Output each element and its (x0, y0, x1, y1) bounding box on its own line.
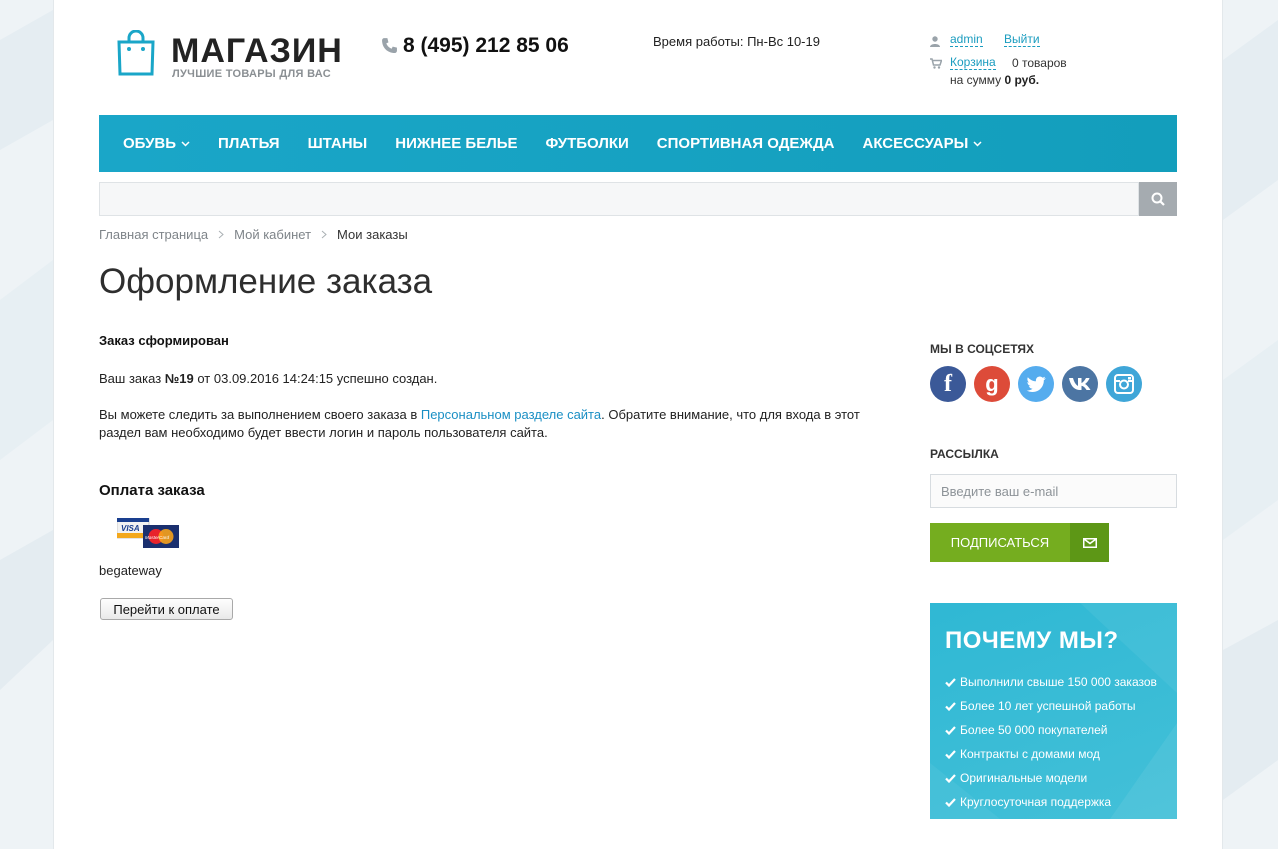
nav-item-shoes[interactable]: ОБУВЬ (123, 135, 190, 152)
order-tracking-text: Вы можете следить за выполнением своего … (99, 406, 889, 442)
chevron-right-icon (218, 230, 224, 239)
cart-link[interactable]: Корзина (950, 55, 996, 70)
why-item-text: Оригинальные модели (960, 771, 1088, 785)
visa-label: VISA (121, 524, 140, 533)
nav-item-accessories[interactable]: АКСЕССУАРЫ (863, 135, 983, 152)
cart-sum: на сумму 0 руб. (950, 73, 1039, 87)
breadcrumb-current: Мои заказы (337, 227, 408, 242)
search-button[interactable] (1139, 182, 1177, 216)
shopping-bag-logo-icon[interactable] (116, 30, 156, 76)
nav-item-label: ШТАНЫ (307, 135, 368, 152)
list-item: Контракты с домами мод (945, 742, 1157, 766)
list-item: Более 10 лет успешной работы (945, 694, 1157, 718)
twitter-bird-glyph (1026, 376, 1046, 392)
check-icon (945, 749, 956, 759)
nav-item-label: ПЛАТЬЯ (218, 135, 280, 152)
check-icon (945, 725, 956, 735)
list-item: Оригинальные модели (945, 766, 1157, 790)
personal-section-link[interactable]: Персональном разделе сайта (421, 407, 601, 422)
check-icon (945, 677, 956, 687)
nav-item-label: НИЖНЕЕ БЕЛЬЕ (395, 135, 518, 152)
search-icon (1151, 192, 1165, 206)
search-input[interactable] (99, 182, 1139, 216)
why-us-title: ПОЧЕМУ МЫ? (945, 627, 1119, 654)
payment-system-name: begateway (99, 563, 162, 578)
why-item-text: Более 10 лет успешной работы (960, 699, 1136, 713)
tracking-prefix: Вы можете следить за выполнением своего … (99, 407, 418, 422)
order-status-title: Заказ сформирован (99, 333, 229, 348)
twitter-icon[interactable] (1018, 366, 1054, 402)
check-icon (945, 773, 956, 783)
nav-item-label: АКСЕССУАРЫ (862, 135, 969, 152)
subscribe-label: ПОДПИСАТЬСЯ (950, 535, 1050, 550)
phone-number: 8 (495) 212 85 06 (403, 34, 569, 57)
instagram-glyph (1114, 374, 1134, 394)
nav-item-pants[interactable]: ШТАНЫ (308, 135, 368, 152)
check-icon (945, 797, 956, 807)
order-confirmation-line: Ваш заказ №19 от 03.09.2016 14:24:15 усп… (99, 370, 437, 388)
why-us-block: ПОЧЕМУ МЫ? Выполнили свыше 150 000 заказ… (930, 603, 1177, 819)
nav-item-underwear[interactable]: НИЖНЕЕ БЕЛЬЕ (395, 135, 517, 152)
facebook-icon[interactable]: f (930, 366, 966, 402)
list-item: Более 50 000 покупателей (945, 718, 1157, 742)
breadcrumb: Главная страница Мой кабинет Мои заказы (99, 227, 408, 242)
email-field[interactable] (930, 474, 1177, 508)
cart-sum-label: на сумму (950, 73, 1002, 87)
envelope-icon (1070, 523, 1109, 562)
breadcrumb-cabinet[interactable]: Мой кабинет (234, 227, 311, 242)
payment-title: Оплата заказа (99, 482, 205, 499)
order-line-prefix: Ваш заказ (99, 371, 162, 386)
cart-sum-value: 0 руб. (1004, 73, 1040, 87)
logout-link[interactable]: Выйти (1004, 32, 1040, 47)
why-item-text: Выполнили свыше 150 000 заказов (960, 675, 1157, 689)
nav-item-tshirts[interactable]: ФУТБОЛКИ (546, 135, 629, 152)
social-title: МЫ В СОЦСЕТЯХ (930, 342, 1035, 356)
why-item-text: Контракты с домами мод (960, 747, 1100, 761)
chevron-right-icon (321, 230, 327, 239)
cart-item-count: 0 товаров (1012, 56, 1067, 70)
google-plus-icon[interactable]: g (974, 366, 1010, 402)
page-title: Оформление заказа (99, 262, 433, 301)
go-to-payment-button[interactable]: Перейти к оплате (100, 598, 233, 620)
list-item: Выполнили свыше 150 000 заказов (945, 670, 1157, 694)
newsletter-title: РАССЫЛКА (930, 447, 999, 461)
why-item-text: Круглосуточная поддержка (960, 795, 1112, 809)
list-item: Круглосуточная поддержка (945, 790, 1157, 814)
page-container: МАГАЗИН ЛУЧШИЕ ТОВАРЫ ДЛЯ ВАС 8 (495) 21… (53, 0, 1223, 849)
vk-icon[interactable] (1062, 366, 1098, 402)
nav-item-label: СПОРТИВНАЯ ОДЕЖДА (656, 135, 835, 152)
chevron-down-icon (973, 140, 982, 147)
instagram-icon[interactable] (1106, 366, 1142, 402)
chevron-down-icon (181, 140, 190, 147)
subscribe-button[interactable]: ПОДПИСАТЬСЯ (930, 523, 1109, 562)
mastercard-label: MasterCard (145, 535, 169, 540)
payment-cards-logo: VISA MasterCard (117, 518, 179, 548)
nav-item-dresses[interactable]: ПЛАТЬЯ (218, 135, 280, 152)
social-links: f g (930, 366, 1150, 402)
main-nav: ОБУВЬ ПЛАТЬЯ ШТАНЫ НИЖНЕЕ БЕЛЬЕ ФУТБОЛКИ… (99, 115, 1177, 172)
logo-title[interactable]: МАГАЗИН (171, 31, 343, 71)
nav-item-label: ОБУВЬ (123, 135, 177, 152)
user-icon (930, 36, 940, 47)
breadcrumb-home[interactable]: Главная страница (99, 227, 208, 242)
user-profile-link[interactable]: admin (950, 32, 983, 47)
nav-item-sportswear[interactable]: СПОРТИВНАЯ ОДЕЖДА (657, 135, 835, 152)
why-us-list: Выполнили свыше 150 000 заказов Более 10… (945, 670, 1157, 814)
check-icon (945, 701, 956, 711)
cart-icon (930, 58, 942, 69)
working-hours: Время работы: Пн-Вс 10-19 (653, 34, 820, 49)
why-item-text: Более 50 000 покупателей (960, 723, 1108, 737)
nav-item-label: ФУТБОЛКИ (545, 135, 629, 152)
vk-glyph (1069, 378, 1091, 390)
logo-subtitle: ЛУЧШИЕ ТОВАРЫ ДЛЯ ВАС (172, 68, 331, 80)
order-line-suffix: от 03.09.2016 14:24:15 успешно создан. (197, 371, 438, 386)
phone-icon (382, 38, 397, 53)
order-number: №19 (164, 371, 194, 386)
